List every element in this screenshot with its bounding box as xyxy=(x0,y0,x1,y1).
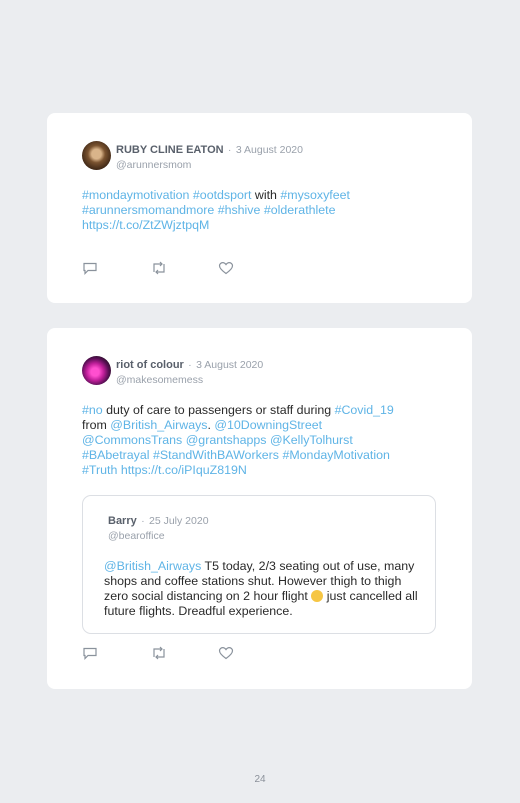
author-name[interactable]: RUBY CLINE EATON xyxy=(116,144,224,156)
reply-icon[interactable] xyxy=(82,646,150,660)
tweet-card: riot of colour · 3 August 2020 @makesome… xyxy=(47,328,472,689)
tweet-header: riot of colour · 3 August 2020 @makesome… xyxy=(82,356,263,387)
tweet-link[interactable]: #StandWithBAWorkers xyxy=(153,448,279,462)
tweet-text: #no duty of care to passengers or staff … xyxy=(82,403,412,478)
tweet-link[interactable]: #Truth xyxy=(82,463,117,477)
tweet-date: 3 August 2020 xyxy=(235,144,303,156)
date-separator: · xyxy=(228,145,232,156)
like-icon[interactable] xyxy=(218,261,286,275)
tweet-link[interactable]: https://t.co/iPIquZ819N xyxy=(121,463,247,477)
tweet-link[interactable]: #BAbetrayal xyxy=(82,448,150,462)
tweet-link[interactable]: @British_Airways xyxy=(110,418,207,432)
date-separator: · xyxy=(188,360,192,371)
tweet-card: RUBY CLINE EATON · 3 August 2020 @arunne… xyxy=(47,113,472,303)
tweet-date: 3 August 2020 xyxy=(196,359,264,371)
avatar[interactable] xyxy=(82,356,111,385)
page-number: 24 xyxy=(254,774,266,785)
tweet-text-segment: with xyxy=(251,188,281,202)
tweet-link[interactable]: #hshive xyxy=(218,203,261,217)
tweet-link[interactable]: @KellyTolhurst xyxy=(270,433,353,447)
tweet-text: #mondaymotivation #ootdsport with #mysox… xyxy=(82,188,412,233)
tweet-actions xyxy=(82,261,286,275)
tweet-text-segment: duty of care to passengers or staff duri… xyxy=(102,403,335,417)
tweet-link[interactable]: #mysoxyfeet xyxy=(280,188,350,202)
quoted-author-handle[interactable]: @bearoffice xyxy=(108,530,165,542)
tweet-link[interactable]: @10DowningStreet xyxy=(214,418,322,432)
date-separator: · xyxy=(141,516,145,527)
tweet-link[interactable]: #no xyxy=(82,403,103,417)
quoted-author-name[interactable]: Barry xyxy=(108,515,137,527)
quoted-tweet[interactable]: Barry · 25 July 2020 @bearoffice @Britis… xyxy=(82,495,436,634)
author-name[interactable]: riot of colour xyxy=(116,359,184,371)
tweet-link[interactable]: #ootdsport xyxy=(193,188,252,202)
tweet-link[interactable]: #Covid_19 xyxy=(335,403,394,417)
tweet-link[interactable]: #arunnersmomandmore xyxy=(82,203,214,217)
tweet-link[interactable]: @CommonsTrans xyxy=(82,433,182,447)
tweet-link[interactable]: #olderathlete xyxy=(264,203,336,217)
tweet-header: RUBY CLINE EATON · 3 August 2020 @arunne… xyxy=(82,141,303,172)
quoted-tweet-date: 25 July 2020 xyxy=(149,515,209,527)
flushed-face-icon xyxy=(311,590,324,602)
tweet-actions xyxy=(82,646,286,660)
retweet-icon[interactable] xyxy=(150,261,218,275)
quoted-tweet-text: @British_Airways T5 today, 2/3 seating o… xyxy=(104,559,422,619)
tweet-link[interactable]: #MondayMotivation xyxy=(282,448,389,462)
tweet-link[interactable]: https://t.co/ZtZWjztpqM xyxy=(82,218,209,232)
author-handle[interactable]: @arunnersmom xyxy=(116,159,191,171)
tweet-link[interactable]: @British_Airways xyxy=(104,559,201,573)
tweet-link[interactable]: #mondaymotivation xyxy=(82,188,189,202)
tweet-text-segment: from xyxy=(82,418,111,432)
retweet-icon[interactable] xyxy=(150,646,218,660)
avatar[interactable] xyxy=(82,141,111,170)
tweet-link[interactable]: @grantshapps xyxy=(186,433,267,447)
reply-icon[interactable] xyxy=(82,261,150,275)
like-icon[interactable] xyxy=(218,646,286,660)
author-handle[interactable]: @makesomemess xyxy=(116,374,203,386)
